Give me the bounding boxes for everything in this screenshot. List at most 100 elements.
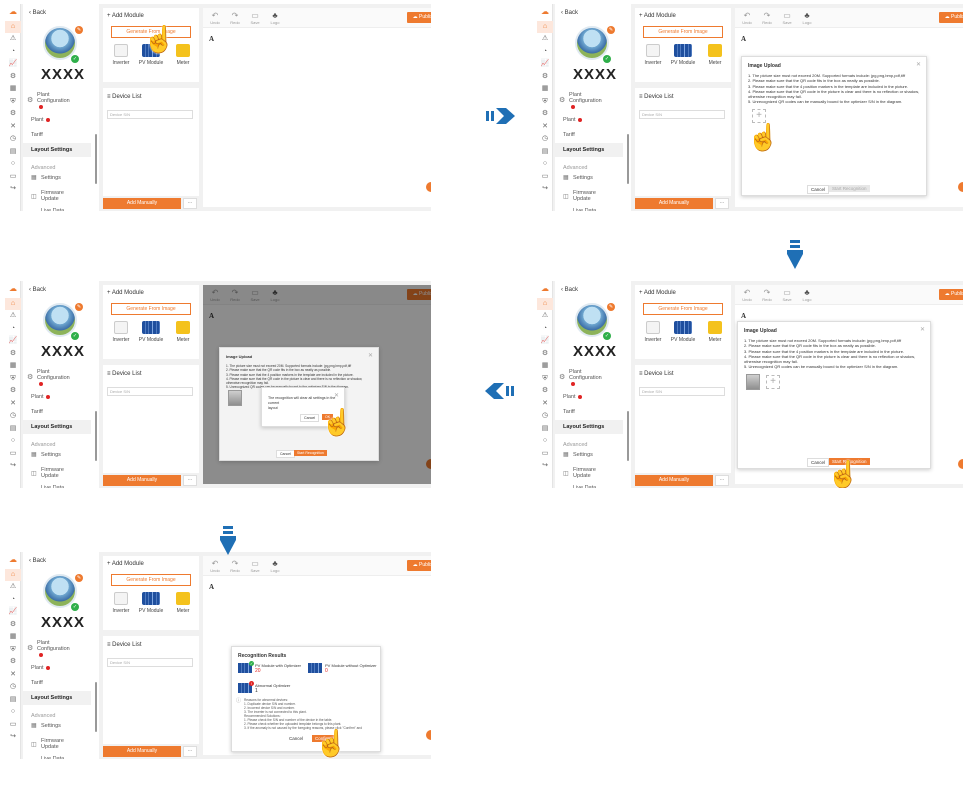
- more-button[interactable]: ···: [183, 198, 197, 209]
- shield-icon[interactable]: ⛨: [5, 373, 21, 386]
- add-manually-button[interactable]: Add Manually: [103, 746, 181, 757]
- redo-button[interactable]: ↷ Redo: [759, 288, 775, 302]
- calendar-icon[interactable]: ▤: [537, 423, 553, 436]
- sidebar-item-plant[interactable]: Plant: [31, 394, 50, 400]
- close-icon[interactable]: ✕: [368, 352, 373, 359]
- sidebar-scrollbar[interactable]: [95, 411, 97, 461]
- monitor-icon[interactable]: ▭: [5, 448, 21, 461]
- sidebar-item-settings[interactable]: Settings: [41, 175, 61, 181]
- device-meter[interactable]: Meter: [701, 321, 729, 343]
- generate-from-image-button[interactable]: Generate From Image: [643, 303, 723, 315]
- home-icon[interactable]: ⌂: [5, 20, 21, 33]
- timer-icon[interactable]: ◷: [5, 681, 21, 694]
- tool-icon[interactable]: ✕: [537, 121, 553, 134]
- sidebar-item-layout-settings[interactable]: Layout Settings: [23, 691, 91, 705]
- sidebar-item-firmware-update[interactable]: Firmware Update: [573, 190, 596, 202]
- shield-icon[interactable]: ⛨: [5, 96, 21, 109]
- publish-button[interactable]: ☁ Publish: [939, 289, 963, 300]
- dot-icon[interactable]: ○: [537, 435, 553, 448]
- sidebar-item-settings[interactable]: Settings: [573, 452, 593, 458]
- device-pv-module[interactable]: PV Module: [669, 44, 697, 66]
- generate-from-image-button[interactable]: Generate From Image: [643, 26, 723, 38]
- grid-icon[interactable]: ▦: [537, 360, 553, 373]
- home-icon[interactable]: ⌂: [537, 20, 553, 33]
- sidebar-item-settings[interactable]: Settings: [41, 723, 61, 729]
- sidebar-item-plant-configuration[interactable]: Plant Configuration: [37, 640, 70, 658]
- device-meter[interactable]: Meter: [169, 592, 197, 614]
- timer-icon[interactable]: ◷: [537, 133, 553, 146]
- sidebar-item-settings[interactable]: Settings: [573, 175, 593, 181]
- save-button[interactable]: ▭ Save: [779, 11, 795, 25]
- sidebar-item-plant-configuration[interactable]: Plant Configuration: [569, 369, 602, 387]
- tool-icon[interactable]: ✕: [5, 398, 21, 411]
- close-icon[interactable]: ✕: [916, 61, 921, 68]
- device-meter[interactable]: Meter: [701, 44, 729, 66]
- sidebar-item-firmware-update[interactable]: Firmware Update: [41, 467, 64, 479]
- dot-icon[interactable]: ○: [537, 158, 553, 171]
- alert-icon[interactable]: ⚠: [537, 310, 553, 323]
- clock-icon[interactable]: ◔: [537, 46, 553, 59]
- cloud-logo-icon[interactable]: ☁: [5, 554, 21, 567]
- device-sn-input[interactable]: Device S/N: [107, 658, 193, 667]
- sidebar-item-layout-settings[interactable]: Layout Settings: [555, 420, 623, 434]
- uploaded-image-thumbnail[interactable]: [228, 390, 242, 406]
- add-manually-button[interactable]: Add Manually: [635, 475, 713, 486]
- redo-button[interactable]: ↷ Redo: [759, 11, 775, 25]
- monitor-icon[interactable]: ▭: [537, 448, 553, 461]
- timer-icon[interactable]: ◷: [537, 410, 553, 423]
- sidebar-item-plant[interactable]: Plant: [563, 394, 582, 400]
- home-icon[interactable]: ⌂: [5, 297, 21, 310]
- save-button[interactable]: ▭ Save: [247, 559, 263, 573]
- monitor-icon[interactable]: ▭: [5, 719, 21, 732]
- sidebar-item-firmware-update[interactable]: Firmware Update: [573, 467, 596, 479]
- gear-icon[interactable]: ⚙: [5, 656, 21, 669]
- back-button[interactable]: ‹ Back: [561, 287, 578, 293]
- sidebar-scrollbar[interactable]: [627, 411, 629, 461]
- more-button[interactable]: ···: [715, 198, 729, 209]
- sidebar-item-tariff[interactable]: Tariff: [563, 132, 575, 138]
- sidebar-item-plant-configuration[interactable]: Plant Configuration: [37, 369, 70, 387]
- chart-icon[interactable]: 📈: [5, 606, 21, 619]
- undo-button[interactable]: ↶ Undo: [207, 11, 223, 25]
- logout-icon[interactable]: ↪: [537, 183, 553, 196]
- save-button[interactable]: ▭ Save: [779, 288, 795, 302]
- redo-button[interactable]: ↷ Redo: [227, 11, 243, 25]
- sidebar-item-tariff[interactable]: Tariff: [563, 409, 575, 415]
- device-icon[interactable]: ⚙: [5, 619, 21, 632]
- gear-icon[interactable]: ⚙: [5, 385, 21, 398]
- logout-icon[interactable]: ↪: [5, 183, 21, 196]
- grid-icon[interactable]: ▦: [5, 631, 21, 644]
- sidebar-item-firmware-update[interactable]: Firmware Update: [41, 190, 64, 202]
- sidebar-item-tariff[interactable]: Tariff: [31, 409, 43, 415]
- add-image-icon[interactable]: +: [752, 109, 766, 123]
- cloud-logo-icon[interactable]: ☁: [5, 6, 21, 19]
- add-manually-button[interactable]: Add Manually: [635, 198, 713, 209]
- sidebar-scrollbar[interactable]: [627, 134, 629, 184]
- sidebar-item-tariff[interactable]: Tariff: [31, 132, 43, 138]
- add-manually-button[interactable]: Add Manually: [103, 198, 181, 209]
- sidebar-item-plant-configuration[interactable]: Plant Configuration: [37, 92, 70, 110]
- generate-from-image-button[interactable]: Generate From Image: [111, 303, 191, 315]
- device-sn-input[interactable]: Device S/N: [107, 387, 193, 396]
- device-pv-module[interactable]: PV Module: [137, 321, 165, 343]
- grid-icon[interactable]: ▦: [5, 360, 21, 373]
- start-recognition-button[interactable]: Start Recognition: [294, 450, 327, 456]
- cancel-button[interactable]: Cancel: [807, 458, 830, 467]
- edit-badge-icon[interactable]: ✎: [607, 303, 615, 311]
- undo-button[interactable]: ↶ Undo: [739, 288, 755, 302]
- device-icon[interactable]: ⚙: [537, 348, 553, 361]
- side-tab-handle[interactable]: [426, 730, 431, 740]
- edit-badge-icon[interactable]: ✎: [75, 303, 83, 311]
- sidebar-item-firmware-update[interactable]: Firmware Update: [41, 738, 64, 750]
- cancel-button[interactable]: Cancel: [300, 414, 320, 422]
- device-icon[interactable]: ⚙: [5, 71, 21, 84]
- cloud-logo-icon[interactable]: ☁: [537, 283, 553, 296]
- add-manually-button[interactable]: Add Manually: [103, 475, 181, 486]
- redo-button[interactable]: ↷ Redo: [227, 559, 243, 573]
- back-button[interactable]: ‹ Back: [561, 10, 578, 16]
- timer-icon[interactable]: ◷: [5, 410, 21, 423]
- alert-icon[interactable]: ⚠: [5, 33, 21, 46]
- sidebar-item-layout-settings[interactable]: Layout Settings: [555, 143, 623, 157]
- generate-from-image-button[interactable]: Generate From Image: [111, 574, 191, 586]
- sidebar-item-settings[interactable]: Settings: [41, 452, 61, 458]
